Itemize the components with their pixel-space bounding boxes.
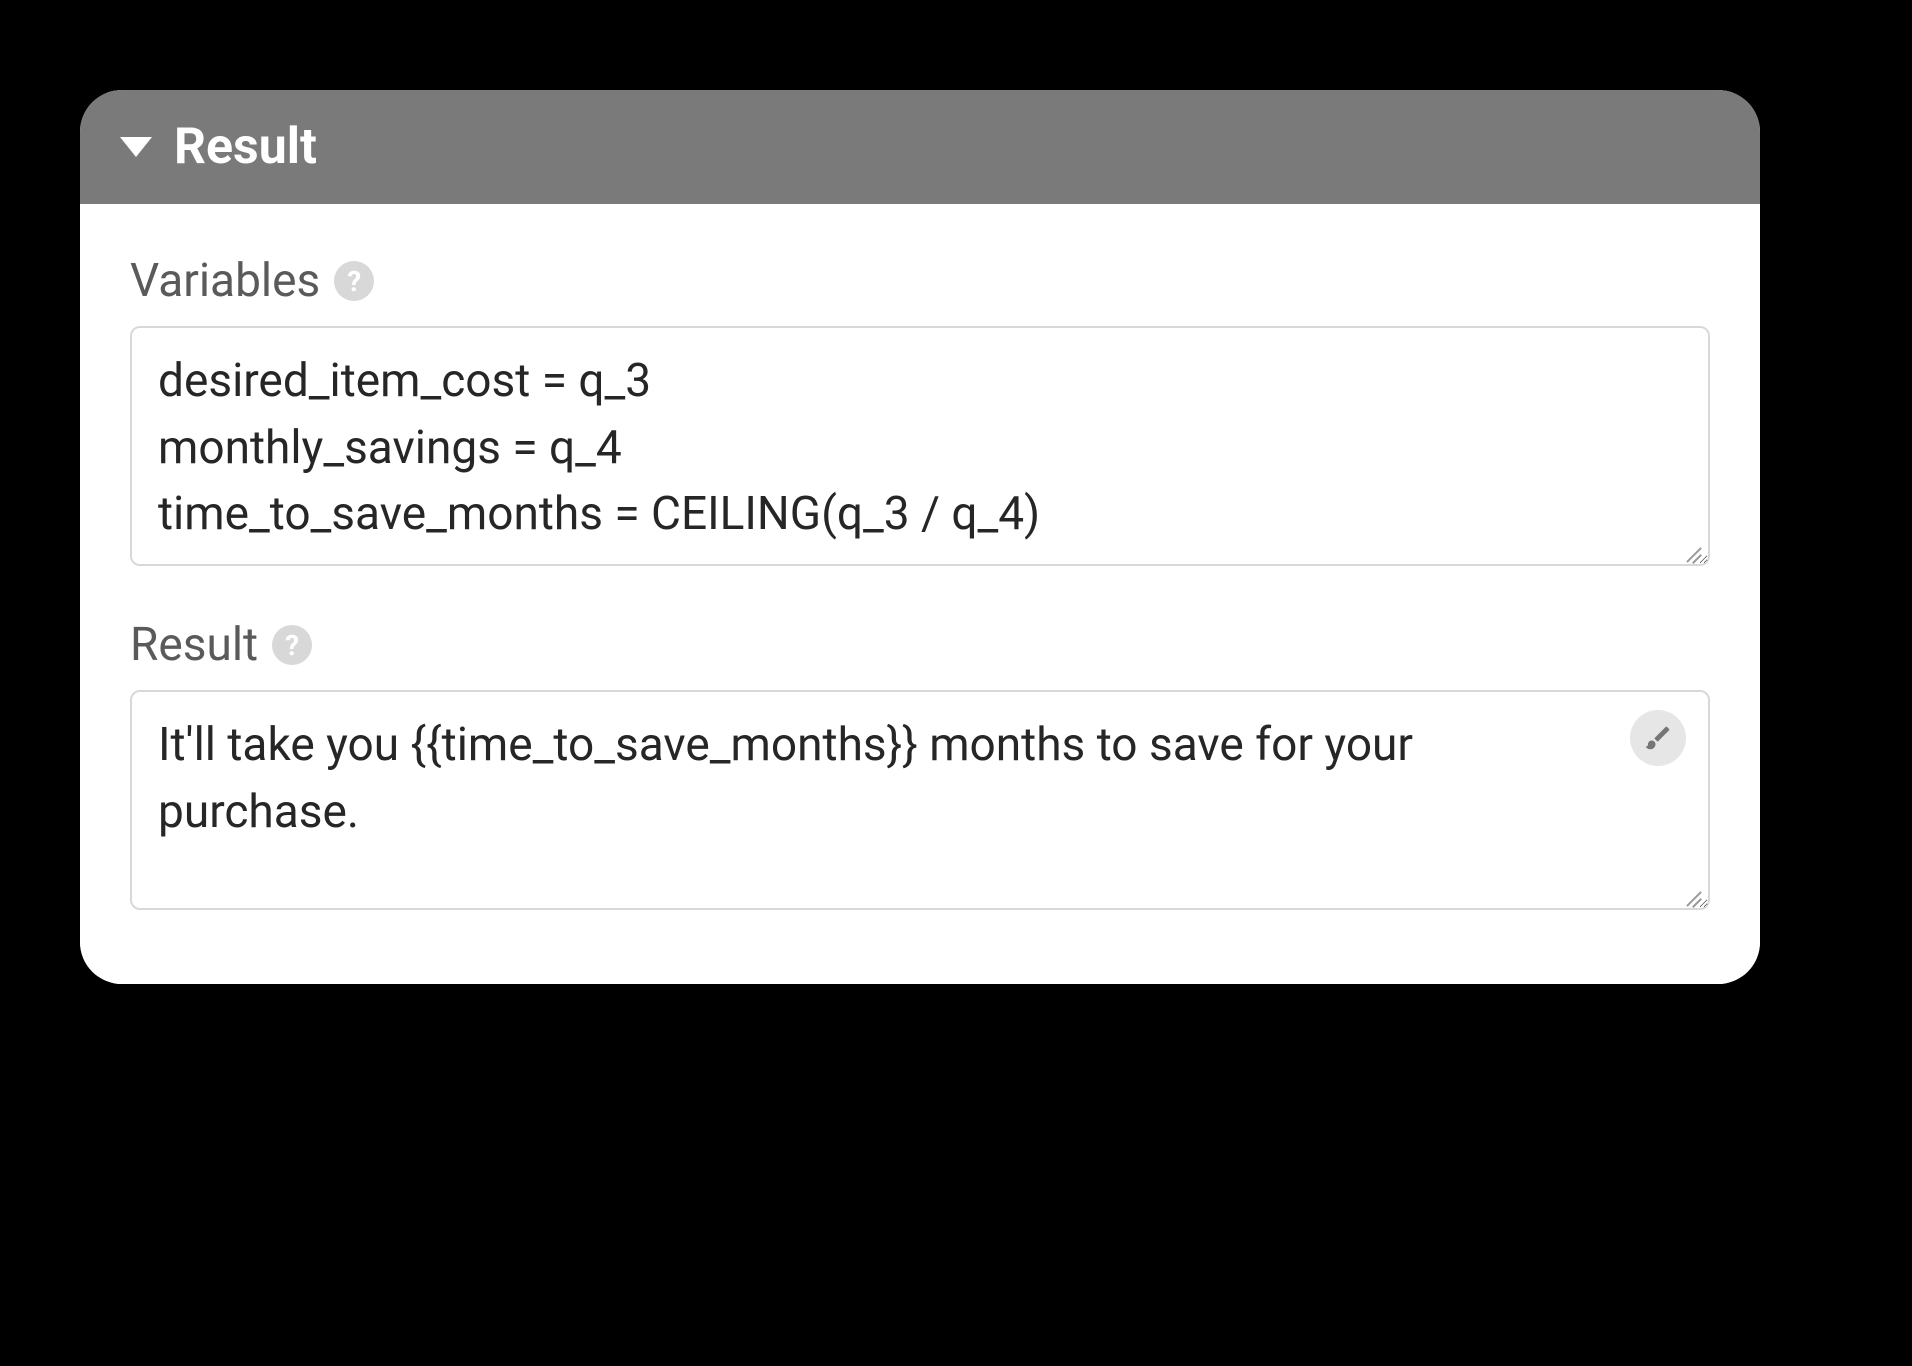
result-field-group: Result ? (130, 618, 1710, 914)
disclosure-triangle-icon[interactable] (120, 137, 152, 157)
variables-label-row: Variables ? (130, 254, 1710, 308)
panel-header[interactable]: Result (80, 90, 1760, 204)
result-textarea-wrap (130, 690, 1710, 914)
result-label: Result (130, 618, 258, 672)
brush-icon (1643, 723, 1673, 753)
variables-field-group: Variables ? (130, 254, 1710, 570)
panel-title: Result (174, 118, 317, 176)
variables-input[interactable] (130, 326, 1710, 566)
result-label-row: Result ? (130, 618, 1710, 672)
help-icon[interactable]: ? (334, 261, 374, 301)
panel-body: Variables ? Result ? (80, 204, 1760, 984)
result-panel: Result Variables ? Result ? (80, 90, 1760, 984)
variables-textarea-wrap (130, 326, 1710, 570)
variables-label: Variables (130, 254, 320, 308)
result-input[interactable] (130, 690, 1710, 910)
help-icon[interactable]: ? (272, 625, 312, 665)
brush-button[interactable] (1630, 710, 1686, 766)
